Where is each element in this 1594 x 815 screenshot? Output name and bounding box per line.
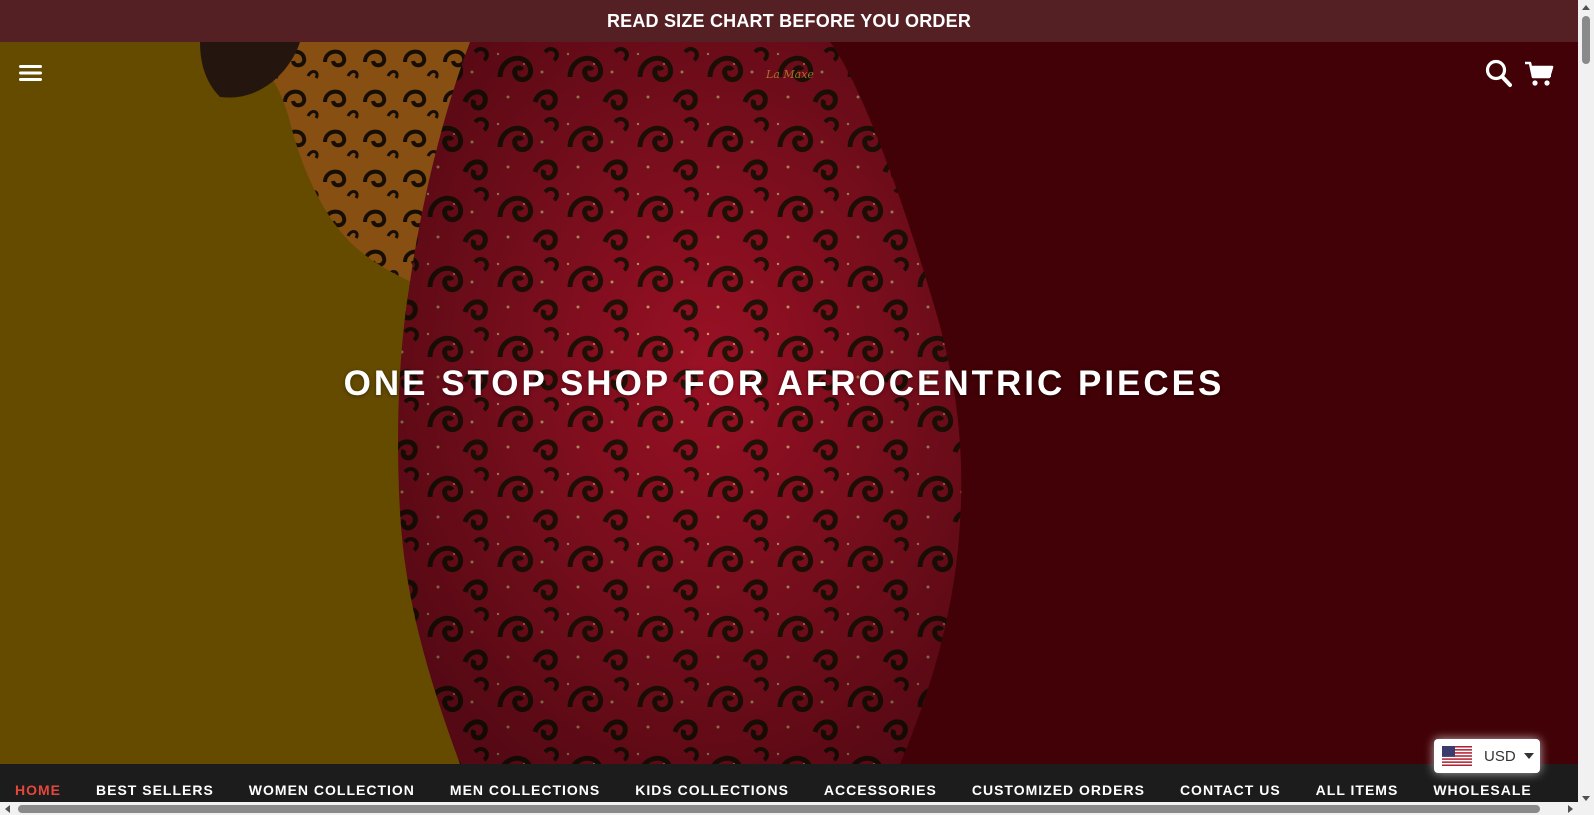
nav-list: HOME BEST SELLERS WOMEN COLLECTION MEN COLL… <box>15 782 1567 798</box>
currency-code: USD <box>1484 747 1516 765</box>
nav-item-accessories[interactable]: ACCESSORIES <box>824 782 937 798</box>
hamburger-menu-icon[interactable] <box>18 62 44 84</box>
nav-item-women-collection[interactable]: WOMEN COLLECTION <box>249 782 415 798</box>
nav-item-home[interactable]: HOME <box>15 782 61 798</box>
site-logo[interactable]: La Maxe <box>760 62 820 86</box>
nav-item-all-items[interactable]: ALL ITEMS <box>1316 782 1399 798</box>
logo-text[interactable]: La Maxe <box>766 68 814 81</box>
horizontal-scroll-thumb[interactable] <box>18 805 1540 813</box>
site-header: La Maxe <box>0 42 1578 106</box>
scroll-down-icon[interactable] <box>1582 796 1590 801</box>
scroll-right-icon[interactable] <box>1568 805 1573 813</box>
scroll-left-icon[interactable] <box>5 805 10 813</box>
announcement-bar[interactable]: READ SIZE CHART BEFORE YOU ORDER <box>0 0 1578 42</box>
hero-title: ONE STOP SHOP FOR AFROCENTRIC PIECES <box>343 364 1225 403</box>
nav-item-men-collections[interactable]: MEN COLLECTIONS <box>450 782 600 798</box>
nav-item-contact-us[interactable]: CONTACT US <box>1180 782 1281 798</box>
vertical-scroll-thumb[interactable] <box>1582 16 1590 64</box>
vertical-scrollbar[interactable] <box>1578 0 1594 815</box>
nav-item-wholesale[interactable]: WHOLESALE <box>1433 782 1531 798</box>
hero-banner: La Maxe ONE STOP SHOP FOR AFROCENTRIC PI… <box>0 42 1578 764</box>
currency-selector[interactable]: USD <box>1434 739 1540 773</box>
scroll-up-icon[interactable] <box>1582 5 1590 10</box>
nav-item-kids-collections[interactable]: KIDS COLLECTIONS <box>635 782 789 798</box>
main-navigation: HOME BEST SELLERS WOMEN COLLECTION MEN COLL… <box>0 764 1578 802</box>
cart-icon[interactable] <box>1524 60 1554 88</box>
search-icon[interactable] <box>1484 58 1514 90</box>
us-flag-icon <box>1442 746 1472 766</box>
chevron-down-icon <box>1523 753 1534 759</box>
announcement-text[interactable]: READ SIZE CHART BEFORE YOU ORDER <box>607 11 971 32</box>
nav-item-best-sellers[interactable]: BEST SELLERS <box>96 782 214 798</box>
nav-item-customized-orders[interactable]: CUSTOMIZED ORDERS <box>972 782 1145 798</box>
horizontal-scrollbar[interactable] <box>0 802 1578 815</box>
page: READ SIZE CHART BEFORE YOU ORDER La Maxe… <box>0 0 1578 802</box>
